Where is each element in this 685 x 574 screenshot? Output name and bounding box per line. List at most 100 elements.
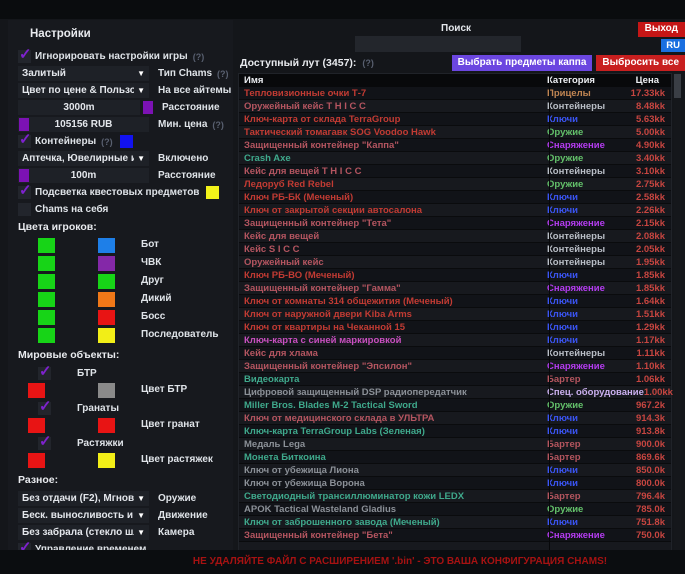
- table-row[interactable]: Монета БиткоинаБартер869.6k: [239, 451, 671, 464]
- text-input[interactable]: 100m: [18, 168, 149, 183]
- table-row[interactable]: Ключ от убежища ЛионаКлючи850.0k: [239, 464, 671, 477]
- checkbox[interactable]: ✓: [38, 437, 51, 450]
- color-swatch[interactable]: [38, 238, 55, 253]
- item-category: Ключи: [547, 426, 607, 437]
- text-input[interactable]: 3000m: [18, 100, 140, 115]
- color-swatch[interactable]: [120, 135, 133, 148]
- table-row[interactable]: Crash AxeОружие3.40kk: [239, 152, 671, 165]
- table-row[interactable]: Защищенный контейнер "Каппа"Снаряжение4.…: [239, 139, 671, 152]
- color-swatch[interactable]: [98, 453, 115, 468]
- table-row[interactable]: Медаль LegaБартер900.0k: [239, 438, 671, 451]
- dropdown[interactable]: Без забрала (стекло шлема)▼: [18, 525, 149, 540]
- color-swatch[interactable]: [98, 238, 115, 253]
- color-swatch[interactable]: [206, 186, 219, 199]
- table-row[interactable]: Ключ от убежища ВоронаКлючи800.0k: [239, 477, 671, 490]
- table-row[interactable]: Оружейный кейсКонтейнеры1.95kk: [239, 256, 671, 269]
- item-category: Бартер: [547, 374, 607, 385]
- checkbox[interactable]: ✓: [18, 50, 31, 63]
- color-swatch[interactable]: [98, 256, 115, 271]
- table-row[interactable]: Ключ-карта с синей маркировкойКлючи1.17k…: [239, 334, 671, 347]
- table-row[interactable]: Защищенный контейнер "Гамма"Снаряжение1.…: [239, 282, 671, 295]
- help-icon: (?): [362, 58, 374, 68]
- table-row[interactable]: Ключ от квартиры на Чеканной 15Ключи1.29…: [239, 321, 671, 334]
- checkbox[interactable]: ✓: [38, 367, 51, 380]
- table-row[interactable]: Miller Bros. Blades M-2 Tactical SwordОр…: [239, 399, 671, 412]
- color-swatch[interactable]: [143, 101, 153, 114]
- checkbox[interactable]: ✓: [18, 186, 31, 199]
- dropdown[interactable]: Без отдачи (F2), Мгновенное п▼: [18, 491, 149, 506]
- color-swatch[interactable]: [98, 328, 115, 343]
- item-price: 2.75kk: [607, 179, 671, 190]
- table-row[interactable]: ВидеокартаБартер1.06kk: [239, 373, 671, 386]
- item-name: Оружейный кейс: [239, 257, 547, 268]
- table-row[interactable]: Светодиодный трансиллюминатор кожи LEDXБ…: [239, 490, 671, 503]
- table-row[interactable]: Ключ от закрытой секции автосалонаКлючи2…: [239, 204, 671, 217]
- color-swatch[interactable]: [38, 292, 55, 307]
- exit-button[interactable]: Выход: [638, 22, 685, 37]
- column-header-category[interactable]: Категория: [547, 75, 607, 86]
- table-row[interactable]: Тактический томагавк SOG Voodoo HawkОруж…: [239, 126, 671, 139]
- discard-all-button[interactable]: Выбросить все: [596, 55, 685, 71]
- color-swatch[interactable]: [98, 418, 115, 433]
- table-scrollbar[interactable]: [674, 73, 681, 554]
- scrollbar-thumb[interactable]: [674, 74, 681, 98]
- dropdown[interactable]: Аптечка, Ювелирные и...▼: [18, 151, 149, 166]
- color-pair-row: Цвет растяжек: [18, 453, 233, 470]
- color-swatch[interactable]: [38, 274, 55, 289]
- color-swatch[interactable]: [98, 383, 115, 398]
- color-swatch[interactable]: [28, 383, 45, 398]
- table-row[interactable]: APOK Tactical Wasteland GladiusОружие785…: [239, 503, 671, 516]
- table-row[interactable]: Ледоруб Red RebelОружие2.75kk: [239, 178, 671, 191]
- input-label: Расстояние: [162, 102, 220, 113]
- table-row[interactable]: Кейс для вещей T H I C CКонтейнеры3.10kk: [239, 165, 671, 178]
- help-icon: (?): [217, 69, 229, 79]
- text-input[interactable]: 105156 RUB: [18, 117, 149, 132]
- table-row[interactable]: Кейс S I C CКонтейнеры2.05kk: [239, 243, 671, 256]
- color-swatch[interactable]: [98, 310, 115, 325]
- color-swatch[interactable]: [98, 274, 115, 289]
- table-row[interactable]: Ключ от заброшенного завода (Меченый)Клю…: [239, 516, 671, 529]
- search-input[interactable]: [355, 36, 521, 52]
- item-price: 750.0k: [607, 530, 671, 541]
- dropdown-value: Без отдачи (F2), Мгновенное п: [22, 493, 134, 504]
- item-price: 1.10kk: [607, 361, 671, 372]
- table-row[interactable]: Оружейный кейс T H I C CКонтейнеры8.48kk: [239, 100, 671, 113]
- table-row[interactable]: Ключ-карта TerraGroup Labs (Зеленая)Ключ…: [239, 425, 671, 438]
- item-price: 796.4k: [607, 491, 671, 502]
- checkbox[interactable]: [18, 203, 31, 216]
- dropdown[interactable]: Беск. выносливость и нет уста▼: [18, 508, 149, 523]
- table-row[interactable]: Ключ РБ-ВО (Меченый)Ключи1.85kk: [239, 269, 671, 282]
- color-swatch[interactable]: [38, 328, 55, 343]
- checkbox[interactable]: ✓: [38, 402, 51, 415]
- language-button[interactable]: RU: [661, 39, 685, 52]
- table-row[interactable]: Ключ от комнаты 314 общежития (Меченый)К…: [239, 295, 671, 308]
- table-row[interactable]: Кейс для вещейКонтейнеры2.08kk: [239, 230, 671, 243]
- color-swatch[interactable]: [38, 256, 55, 271]
- table-row[interactable]: Ключ-карта от склада TerraGroupКлючи5.63…: [239, 113, 671, 126]
- table-row[interactable]: Защищенный контейнер "Бета"Снаряжение750…: [239, 529, 671, 542]
- item-category: Контейнеры: [547, 348, 607, 359]
- table-row[interactable]: Кейс для хламаКонтейнеры1.11kk: [239, 347, 671, 360]
- color-swatch[interactable]: [38, 310, 55, 325]
- item-price: 800.0k: [607, 478, 671, 489]
- color-swatch[interactable]: [28, 418, 45, 433]
- dropdown[interactable]: Залитый▼: [18, 66, 149, 81]
- color-swatch[interactable]: [98, 292, 115, 307]
- checkbox[interactable]: ✓: [18, 135, 31, 148]
- table-row[interactable]: Ключ РБ-БК (Меченый)Ключи2.58kk: [239, 191, 671, 204]
- dropdown-value: Цвет по цене & Пользователь: [22, 85, 134, 96]
- color-swatch[interactable]: [28, 453, 45, 468]
- table-row[interactable]: Ключ от медицинского склада в УЛЬТРАКлюч…: [239, 412, 671, 425]
- table-row[interactable]: Защищенный контейнер "Тета"Снаряжение2.1…: [239, 217, 671, 230]
- table-row[interactable]: Тепловизионные очки Т-7Прицелы17.33kk: [239, 87, 671, 100]
- column-header-name[interactable]: Имя: [239, 75, 547, 86]
- select-kappa-items-button[interactable]: Выбрать предметы каппа: [452, 55, 593, 71]
- dropdown-label: На все айтемы: [158, 85, 231, 96]
- column-header-price[interactable]: Цена: [607, 75, 671, 86]
- dropdown-row: Беск. выносливость и нет уста▼Движение: [18, 508, 233, 523]
- table-row[interactable]: Ключ от наружной двери Kiba ArmsКлючи1.5…: [239, 308, 671, 321]
- item-category: Ключи: [547, 296, 607, 307]
- table-row[interactable]: Защищенный контейнер "Эпсилон"Снаряжение…: [239, 360, 671, 373]
- table-row[interactable]: Цифровой защищенный DSP радиопередатчикС…: [239, 386, 671, 399]
- dropdown[interactable]: Цвет по цене & Пользователь▼: [18, 83, 149, 98]
